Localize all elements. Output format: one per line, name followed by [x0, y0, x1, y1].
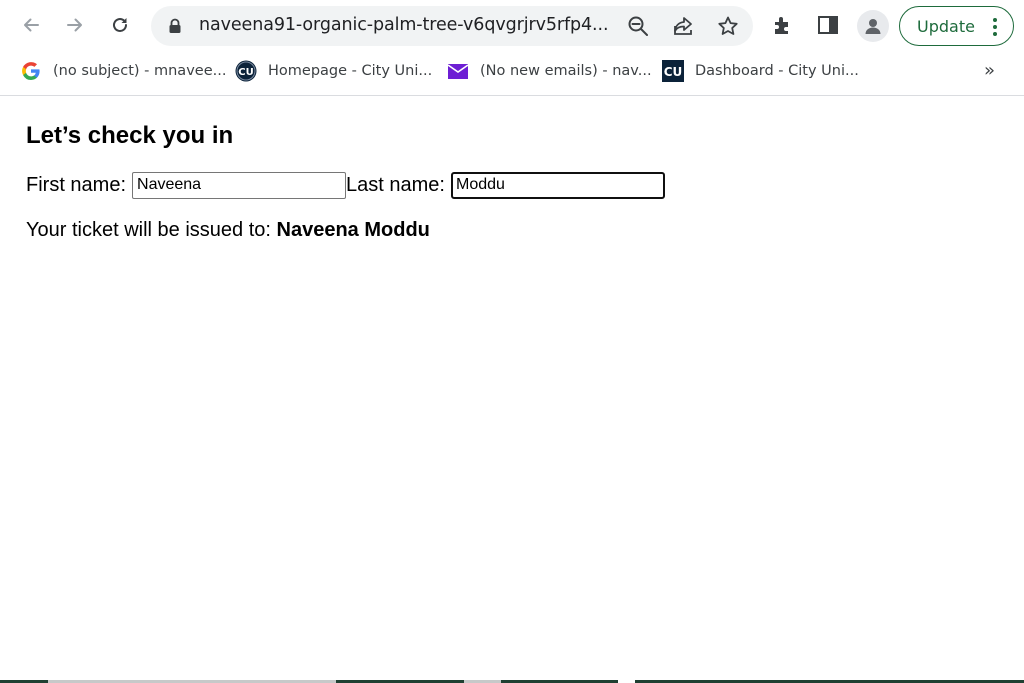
lock-icon — [168, 18, 182, 39]
update-button[interactable]: Update — [899, 6, 1014, 46]
page-content: Let’s check you in First name: Last name… — [0, 97, 1024, 680]
update-label: Update — [917, 17, 975, 36]
share-icon[interactable] — [671, 14, 695, 38]
last-name-label: Last name: — [346, 173, 445, 196]
bookmarks-bar: (no subject) - mnavee... CU Homepage - C… — [0, 52, 1024, 96]
first-name-input[interactable] — [132, 171, 347, 199]
bookmark-label: Homepage - City Uni... — [268, 63, 433, 79]
bookmark-label: Dashboard - City Uni... — [695, 63, 859, 79]
name-form: First name: Last name: — [26, 171, 665, 199]
bookmark-item[interactable]: CU Dashboard - City Uni... — [662, 60, 859, 82]
last-name-input[interactable] — [450, 171, 665, 199]
reload-button[interactable] — [103, 8, 137, 42]
person-icon — [865, 19, 881, 34]
arrow-right-icon — [67, 18, 82, 32]
bookmark-label: (No new emails) - nav... — [480, 63, 652, 79]
arrow-left-icon — [24, 18, 39, 32]
cu-square-icon: CU — [662, 60, 684, 82]
cu-round-icon: CU — [235, 60, 257, 82]
profile-avatar[interactable] — [857, 10, 889, 42]
url-text[interactable]: naveena91-organic-palm-tree-v6qvgrjrv5rf… — [199, 15, 614, 37]
back-button[interactable] — [14, 8, 48, 42]
ticket-message: Your ticket will be issued to: Naveena M… — [26, 219, 430, 242]
google-icon — [20, 60, 42, 82]
more-bookmarks-button[interactable]: » — [984, 60, 995, 81]
bookmark-item[interactable]: (No new emails) - nav... — [447, 60, 652, 82]
ticket-name: Naveena Moddu — [276, 219, 430, 241]
zoom-out-icon[interactable] — [626, 14, 650, 38]
forward-button[interactable] — [58, 8, 92, 42]
reload-icon — [113, 18, 127, 32]
page-title: Let’s check you in — [26, 122, 234, 149]
ticket-prefix: Your ticket will be issued to: — [26, 219, 271, 241]
menu-dots-icon[interactable] — [988, 16, 1002, 43]
side-panel-icon[interactable] — [816, 13, 840, 37]
mail-icon — [447, 60, 469, 82]
extensions-icon[interactable] — [771, 13, 795, 37]
browser-toolbar: naveena91-organic-palm-tree-v6qvgrjrv5rf… — [0, 0, 1024, 52]
svg-text:CU: CU — [664, 65, 683, 79]
star-icon[interactable] — [716, 14, 740, 38]
svg-text:CU: CU — [238, 67, 253, 78]
address-bar[interactable]: naveena91-organic-palm-tree-v6qvgrjrv5rf… — [151, 6, 753, 46]
bookmark-item[interactable]: (no subject) - mnavee... — [20, 60, 226, 82]
first-name-label: First name: — [26, 173, 127, 196]
bookmark-label: (no subject) - mnavee... — [53, 63, 227, 79]
bookmark-item[interactable]: CU Homepage - City Uni... — [235, 60, 432, 82]
